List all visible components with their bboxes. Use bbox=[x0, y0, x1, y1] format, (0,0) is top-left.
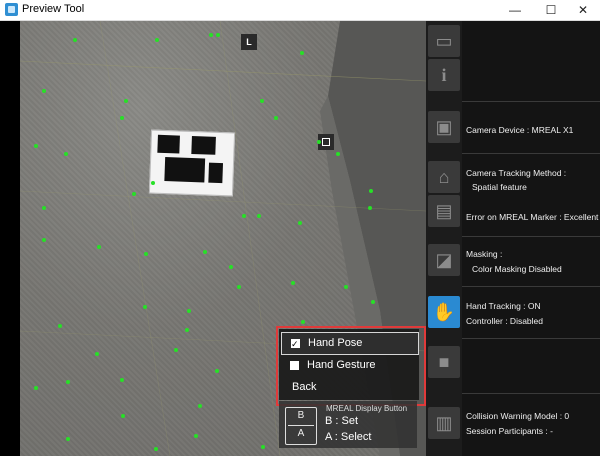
controller-text: Controller : Disabled bbox=[466, 316, 544, 326]
feature-point bbox=[34, 144, 38, 148]
masking-icon[interactable]: ◪ bbox=[428, 244, 460, 276]
feature-point bbox=[143, 305, 147, 309]
feature-point bbox=[216, 33, 220, 37]
minimize-button[interactable]: — bbox=[498, 0, 532, 20]
close-button[interactable]: ✕ bbox=[566, 0, 600, 20]
feature-point bbox=[42, 238, 46, 242]
feature-point bbox=[124, 99, 128, 103]
hand-tracking-menu: Hand Pose Hand Gesture Back bbox=[279, 329, 419, 400]
feature-point bbox=[42, 206, 46, 210]
window-title: Preview Tool bbox=[22, 3, 85, 15]
hand-tracking-text: Hand Tracking : ON bbox=[466, 301, 541, 311]
divider bbox=[462, 393, 600, 394]
feature-point bbox=[121, 414, 125, 418]
feature-point bbox=[368, 206, 372, 210]
menu-item-label: Hand Pose bbox=[308, 337, 363, 349]
feature-point bbox=[274, 116, 278, 120]
feature-point bbox=[209, 33, 213, 37]
info-icon[interactable]: i bbox=[428, 59, 460, 91]
feature-point bbox=[317, 140, 321, 144]
feature-point bbox=[174, 348, 178, 352]
feature-point bbox=[260, 99, 264, 103]
feature-point bbox=[58, 324, 62, 328]
marker-error-text: Error on MREAL Marker : Excellent bbox=[466, 212, 599, 222]
feature-point bbox=[154, 447, 158, 451]
a-action-text: A : Select bbox=[325, 431, 372, 443]
tool-column: ▭ i ▣ ⌂ ▤ ◪ ✋ ■ ▥ bbox=[426, 21, 462, 456]
feature-point bbox=[34, 386, 38, 390]
back-label: Back bbox=[292, 381, 317, 393]
feature-point bbox=[66, 437, 70, 441]
feature-point bbox=[73, 38, 77, 42]
hand-gesture-checkbox[interactable] bbox=[290, 361, 299, 370]
divider bbox=[462, 153, 600, 154]
feature-point bbox=[257, 214, 261, 218]
display-button-title: MREAL Display Button bbox=[326, 404, 408, 413]
hand-pose-checkbox[interactable] bbox=[291, 334, 300, 355]
key-b-label: B bbox=[297, 410, 305, 421]
session-participants-text: Session Participants : - bbox=[466, 426, 553, 436]
menu-item-hand-pose[interactable]: Hand Pose bbox=[281, 332, 419, 355]
tracking-method-label: Camera Tracking Method : bbox=[466, 168, 567, 178]
feature-point bbox=[229, 265, 233, 269]
masking-value: Color Masking Disabled bbox=[472, 264, 562, 274]
menu-item-hand-gesture[interactable]: Hand Gesture bbox=[281, 355, 417, 376]
divider bbox=[462, 101, 600, 102]
divider bbox=[462, 286, 600, 287]
feature-point bbox=[215, 369, 219, 373]
masking-label: Masking : bbox=[466, 249, 503, 259]
feature-point bbox=[336, 152, 340, 156]
feature-point bbox=[97, 245, 101, 249]
menu-item-label: Hand Gesture bbox=[307, 359, 376, 371]
feature-point bbox=[42, 89, 46, 93]
tracking-method-value: Spatial feature bbox=[472, 182, 527, 192]
maximize-button[interactable]: ☐ bbox=[534, 0, 568, 20]
hmd-icon[interactable]: ▭ bbox=[428, 25, 460, 57]
feature-point bbox=[151, 181, 155, 185]
feature-point bbox=[344, 285, 348, 289]
feature-point bbox=[198, 404, 202, 408]
feature-point bbox=[66, 380, 70, 384]
feature-point bbox=[237, 285, 241, 289]
feature-point bbox=[298, 221, 302, 225]
divider bbox=[462, 236, 600, 237]
app-icon bbox=[5, 3, 18, 16]
feature-point bbox=[300, 51, 304, 55]
divider bbox=[462, 338, 600, 339]
marker-icon[interactable]: ▤ bbox=[428, 195, 460, 227]
feature-point bbox=[185, 328, 189, 332]
hand-tracking-icon[interactable]: ✋ bbox=[428, 296, 460, 328]
display-button-panel: MREAL Display Button B A B : Set A : Sel… bbox=[279, 401, 417, 448]
mreal-marker bbox=[148, 129, 236, 197]
feature-point bbox=[132, 192, 136, 196]
b-action-text: B : Set bbox=[325, 415, 359, 427]
feature-point bbox=[187, 309, 191, 313]
feature-point bbox=[369, 189, 373, 193]
title-bar: Preview Tool — ☐ ✕ bbox=[0, 0, 600, 21]
status-panel: ▭ i ▣ ⌂ ▤ ◪ ✋ ■ ▥ Camera Device : MREAL … bbox=[426, 21, 600, 456]
feature-point bbox=[194, 434, 198, 438]
key-a-label: A bbox=[297, 428, 305, 439]
feature-point bbox=[144, 252, 148, 256]
feature-point bbox=[261, 445, 265, 449]
camera-device-icon[interactable]: ▣ bbox=[428, 111, 460, 143]
tracking-icon[interactable]: ⌂ bbox=[428, 161, 460, 193]
feature-point bbox=[64, 152, 68, 156]
feature-point bbox=[291, 281, 295, 285]
feature-point bbox=[242, 214, 246, 218]
display-button-icon: B A bbox=[285, 407, 317, 445]
camera-device-text: Camera Device : MREAL X1 bbox=[466, 125, 574, 135]
collision-model-text: Collision Warning Model : 0 bbox=[466, 411, 570, 421]
menu-item-back[interactable]: Back bbox=[281, 377, 417, 398]
feature-point bbox=[203, 250, 207, 254]
feature-point bbox=[301, 320, 305, 324]
video-camera-icon[interactable]: ■ bbox=[428, 346, 460, 378]
feature-point bbox=[95, 352, 99, 356]
feature-point bbox=[155, 38, 159, 42]
marker-tag-l: L bbox=[241, 34, 257, 50]
feature-point bbox=[120, 378, 124, 382]
feature-point bbox=[120, 116, 124, 120]
feature-point bbox=[371, 300, 375, 304]
collision-icon[interactable]: ▥ bbox=[428, 407, 460, 439]
